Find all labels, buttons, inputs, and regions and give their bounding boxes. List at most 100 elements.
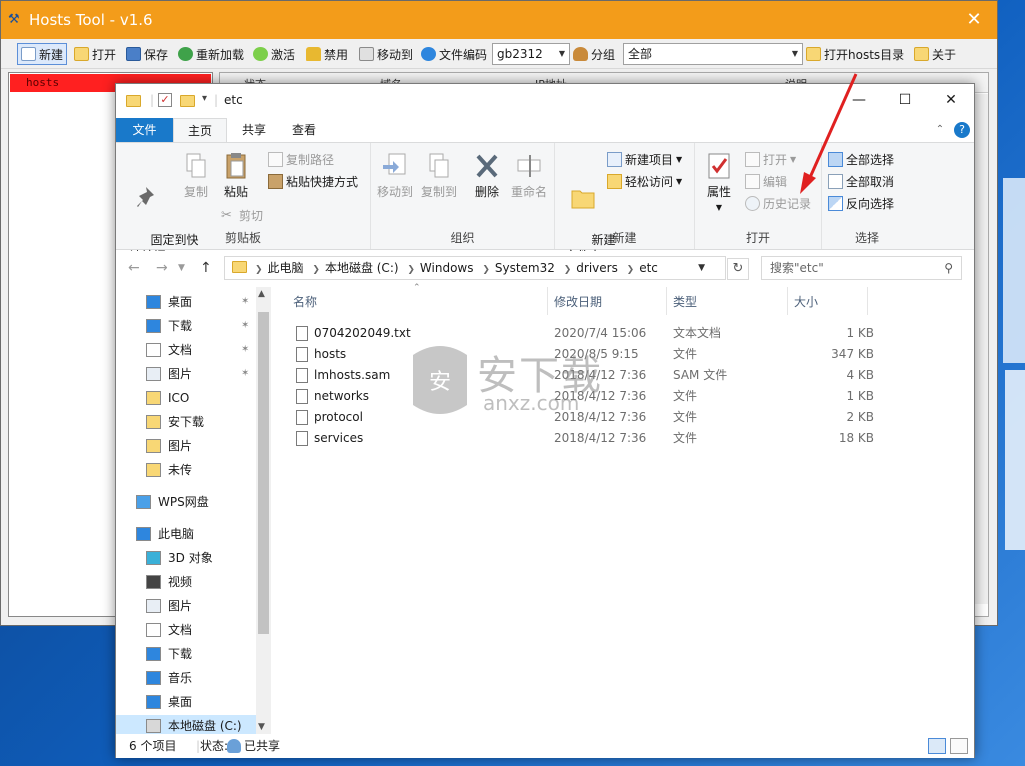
reload-button[interactable]: 重新加载 [175,43,247,65]
nav-item[interactable]: 3D 对象 [116,547,256,569]
select-all-button[interactable]: 全部选择 [828,149,894,169]
breadcrumb-etc[interactable]: etc [639,257,658,279]
copy-to-button[interactable]: 复制到 [417,151,461,200]
invert-selection-button[interactable]: 反向选择 [828,193,894,213]
close-button[interactable]: ✕ [928,84,974,116]
nav-item[interactable]: 音乐 [116,667,256,689]
properties-quick-icon[interactable]: ✓ [158,93,172,107]
large-icons-view-icon[interactable] [950,738,968,754]
nav-item[interactable]: 此电脑 [116,523,256,545]
nav-item[interactable]: 图片 [116,435,256,457]
delete-button[interactable]: 删除 [469,151,505,200]
nav-item[interactable]: 未传 [116,459,256,481]
collapse-ribbon-icon[interactable]: ⌃ [932,118,948,142]
close-button[interactable]: ✕ [951,1,997,39]
nav-item[interactable]: 下载 [116,643,256,665]
nav-item[interactable]: 下载 ✶ [116,315,256,337]
save-button[interactable]: 保存 [123,43,171,65]
nav-item[interactable]: 视频 [116,571,256,593]
easy-access-button[interactable]: 轻松访问 ▼ [607,171,682,191]
nav-item[interactable]: 安下载 [116,411,256,433]
nav-item-label: 视频 [168,575,193,589]
open-button[interactable]: 打开 ▼ [745,149,796,169]
nav-item-label: 未传 [168,463,193,477]
nav-item[interactable]: 图片 [116,595,256,617]
nav-item[interactable]: 图片 ✶ [116,363,256,385]
search-input[interactable]: 搜索"etc" ⚲ [761,256,962,280]
column-header-name[interactable]: 名称 [293,293,317,310]
group-select[interactable]: 全部 ▼ [623,43,803,65]
nav-item[interactable]: 文档 [116,619,256,641]
nav-item-label: 下载 [168,319,193,333]
breadcrumb-this-pc[interactable]: 此电脑 [268,257,304,279]
maximize-button[interactable]: ☐ [882,84,928,116]
chevron-down-icon[interactable]: ▾ [202,93,207,109]
cut-button[interactable]: ✂ 剪切 [221,205,263,225]
help-icon[interactable]: ? [954,122,970,138]
forward-arrow-icon[interactable]: → [156,260,168,276]
column-header-type[interactable]: 类型 [673,293,697,310]
column-header-size[interactable]: 大小 [794,293,818,310]
nav-scrollbar-thumb[interactable] [258,312,269,634]
paste-button[interactable]: 粘贴 [218,151,254,200]
history-button[interactable]: 历史记录 [745,193,811,213]
copy-button[interactable]: 复制 [178,151,214,200]
nav-item[interactable]: 文档 ✶ [116,339,256,361]
scroll-down-icon[interactable]: ▼ [258,722,265,732]
chevron-down-icon[interactable]: ▼ [698,257,705,279]
open-button[interactable]: 打开 [71,43,119,65]
open-hosts-dir-button[interactable]: 打开hosts目录 [803,43,907,65]
nav-item[interactable]: 桌面 ✶ [116,291,256,313]
file-row[interactable]: services 2018/4/12 7:36 文件 18 KB [290,428,890,449]
breadcrumb-windows[interactable]: Windows [420,257,474,279]
recent-locations-icon[interactable]: ▼ [178,263,185,273]
tab-home[interactable]: 主页 [173,118,227,142]
encoding-select[interactable]: gb2312 ▼ [492,43,570,65]
minimize-button[interactable]: — [836,84,882,116]
tab-share[interactable]: 共享 [229,118,279,142]
about-button[interactable]: 关于 [911,43,959,65]
desktop-icon [146,295,161,309]
up-arrow-icon[interactable]: ↑ [200,260,212,276]
file-date: 2020/7/4 15:06 [554,326,647,340]
encoding-value: gb2312 [497,47,543,61]
refresh-icon[interactable]: ↻ [727,258,749,280]
search-icon: ⚲ [944,261,953,275]
move-to-button[interactable]: 移动到 [373,151,417,200]
nav-item[interactable]: ICO [116,387,256,409]
file-encoding-button[interactable]: 文件编码 [418,43,490,65]
activate-button[interactable]: 激活 [250,43,298,65]
nav-item[interactable]: WPS网盘 [116,491,256,513]
file-row[interactable]: networks 2018/4/12 7:36 文件 1 KB [290,386,890,407]
copy-path-button[interactable]: 复制路径 [268,149,334,169]
file-row[interactable]: lmhosts.sam 2018/4/12 7:36 SAM 文件 4 KB [290,365,890,386]
address-bar[interactable]: ❯ 此电脑 ❯ 本地磁盘 (C:) ❯ Windows ❯ System32 ❯ driv… [224,256,726,280]
file-row[interactable]: protocol 2018/4/12 7:36 文件 2 KB [290,407,890,428]
properties-button[interactable]: 属性 ▼ [701,151,737,216]
tab-view[interactable]: 查看 [279,118,329,142]
breadcrumb-system32[interactable]: System32 [495,257,555,279]
select-none-button[interactable]: 全部取消 [828,171,894,191]
edit-button[interactable]: 编辑 [745,171,787,191]
paste-shortcut-button[interactable]: 粘贴快捷方式 [268,171,358,191]
nav-item[interactable]: 桌面 [116,691,256,713]
breadcrumb-drivers[interactable]: drivers [576,257,618,279]
breadcrumb-c-drive[interactable]: 本地磁盘 (C:) [325,257,399,279]
move-to-button[interactable]: 移动到 [356,43,416,65]
new-button[interactable]: 新建 [17,43,68,65]
scroll-up-icon[interactable]: ▲ [258,289,265,299]
tab-file[interactable]: 文件 [116,118,173,142]
file-row[interactable]: hosts 2020/8/5 9:15 文件 347 KB [290,344,890,365]
properties-label: 属性 [706,185,731,199]
group-button[interactable]: 分组 [570,43,618,65]
grid-scrollbar[interactable] [973,94,988,604]
new-item-button[interactable]: 新建项目 ▼ [607,149,682,169]
file-row[interactable]: 0704202049.txt 2020/7/4 15:06 文本文档 1 KB [290,323,890,344]
new-folder-quick-icon[interactable] [180,93,195,109]
column-header-date[interactable]: 修改日期 [554,293,602,310]
address-bar-row: ← → ▼ ↑ ❯ 此电脑 ❯ 本地磁盘 (C:) ❯ Windows ❯ System… [116,251,974,287]
disable-button[interactable]: 禁用 [303,43,351,65]
rename-button[interactable]: 重命名 [507,151,551,200]
back-arrow-icon[interactable]: ← [128,260,140,276]
details-view-icon[interactable] [928,738,946,754]
